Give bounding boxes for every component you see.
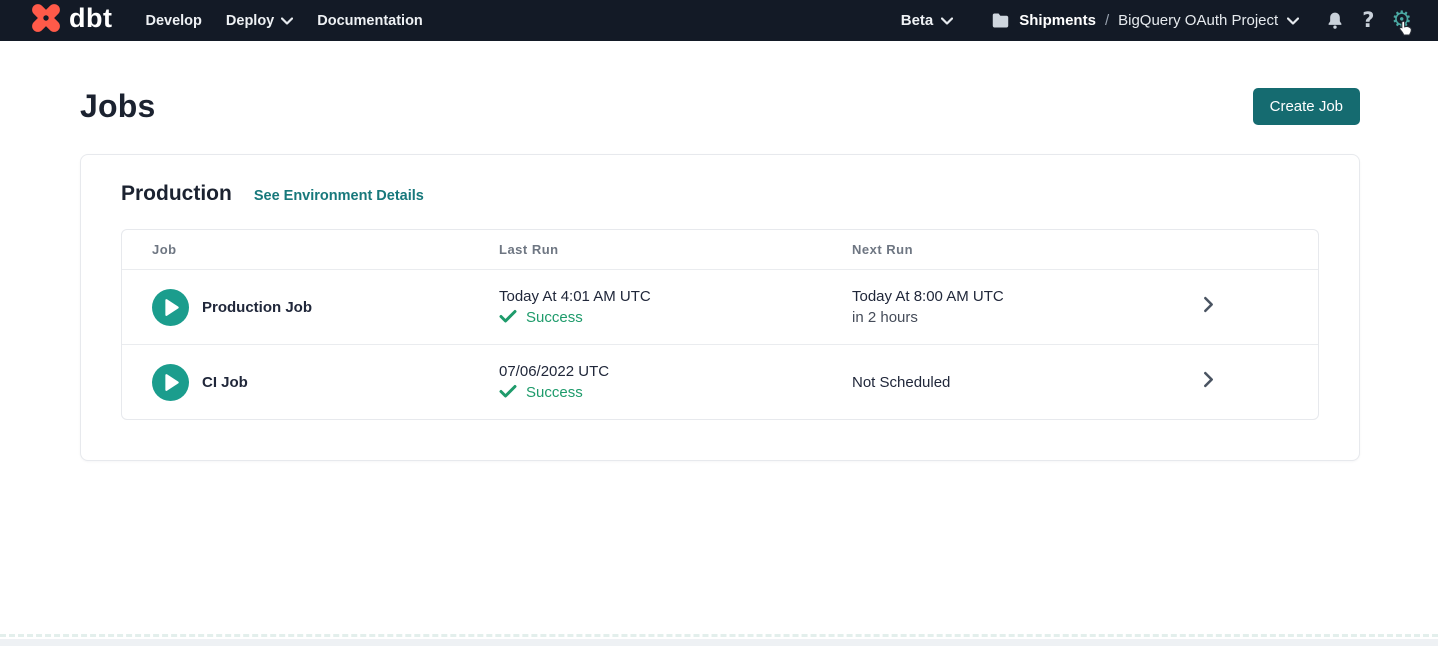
page-title: Jobs — [80, 88, 156, 125]
row-chevron[interactable] — [1188, 371, 1228, 393]
chevron-right-icon — [1203, 371, 1214, 393]
last-run-status: Success — [499, 309, 852, 327]
folder-icon — [991, 12, 1010, 29]
navbar-icon-group: ? ⚙ — [1325, 9, 1412, 32]
chevron-right-icon — [1203, 296, 1214, 318]
status-label: Success — [526, 384, 583, 401]
dbt-logo[interactable]: dbt — [28, 0, 112, 41]
job-row-ci[interactable]: CI Job 07/06/2022 UTC Success Not Schedu… — [122, 344, 1318, 419]
job-name: Production Job — [202, 299, 312, 316]
next-run-time: Not Scheduled — [852, 374, 1188, 391]
last-run-status: Success — [499, 384, 852, 402]
next-run-note: in 2 hours — [852, 309, 1188, 326]
last-run-time: 07/06/2022 UTC — [499, 363, 852, 380]
chevron-down-icon — [941, 17, 953, 25]
run-play-icon[interactable] — [152, 289, 189, 326]
run-play-icon[interactable] — [152, 364, 189, 401]
jobs-table-header: Job Last Run Next Run — [122, 230, 1318, 269]
mouse-cursor-icon — [1398, 20, 1413, 42]
top-navbar: dbt Develop Deploy Documentation Beta — [0, 0, 1438, 41]
status-label: Success — [526, 309, 583, 326]
check-icon — [499, 309, 517, 327]
beta-label: Beta — [901, 12, 934, 29]
environment-header: Production See Environment Details — [121, 182, 1319, 206]
see-environment-details-link[interactable]: See Environment Details — [254, 188, 424, 204]
create-job-button[interactable]: Create Job — [1253, 88, 1360, 125]
job-row-production[interactable]: Production Job Today At 4:01 AM UTC Succ… — [122, 269, 1318, 344]
environment-title: Production — [121, 182, 232, 206]
navbar-right: Beta Shipments / BigQuery OAuth Project — [901, 9, 1412, 32]
next-run-cell: Not Scheduled — [852, 374, 1188, 391]
chevron-down-icon — [1287, 17, 1299, 25]
breadcrumb-separator: / — [1105, 12, 1109, 29]
page-bottom-dashed-edge — [0, 634, 1438, 637]
main-nav: Develop Deploy Documentation — [145, 13, 422, 29]
dbt-logo-text: dbt — [69, 5, 112, 32]
nav-item-label: Deploy — [226, 13, 274, 29]
nav-item-label: Develop — [145, 13, 201, 29]
nav-item-label: Documentation — [317, 13, 423, 29]
jobs-table: Job Last Run Next Run Production Job Tod… — [121, 229, 1319, 420]
last-run-time: Today At 4:01 AM UTC — [499, 288, 852, 305]
nav-item-develop[interactable]: Develop — [145, 13, 201, 29]
job-cell: CI Job — [152, 364, 499, 401]
beta-dropdown[interactable]: Beta — [901, 12, 954, 29]
nav-item-deploy[interactable]: Deploy — [226, 13, 293, 29]
bell-icon[interactable] — [1325, 10, 1345, 31]
chevron-down-icon — [281, 17, 293, 25]
job-cell: Production Job — [152, 289, 499, 326]
help-icon[interactable]: ? — [1362, 10, 1374, 31]
row-chevron[interactable] — [1188, 296, 1228, 318]
nav-item-documentation[interactable]: Documentation — [317, 13, 423, 29]
next-run-time: Today At 8:00 AM UTC — [852, 288, 1188, 305]
dbt-logo-icon — [28, 0, 64, 41]
column-header-job: Job — [152, 242, 499, 257]
last-run-cell: Today At 4:01 AM UTC Success — [499, 288, 852, 327]
column-header-last-run: Last Run — [499, 242, 852, 257]
project-breadcrumb[interactable]: Shipments / BigQuery OAuth Project — [991, 12, 1299, 29]
settings-gear-icon[interactable]: ⚙ — [1391, 9, 1412, 32]
page-bottom-strip — [0, 639, 1438, 646]
last-run-cell: 07/06/2022 UTC Success — [499, 363, 852, 402]
environment-card: Production See Environment Details Job L… — [80, 154, 1360, 461]
next-run-cell: Today At 8:00 AM UTC in 2 hours — [852, 288, 1188, 326]
breadcrumb-project: BigQuery OAuth Project — [1118, 12, 1278, 29]
check-icon — [499, 384, 517, 402]
job-name: CI Job — [202, 374, 248, 391]
column-header-next-run: Next Run — [852, 242, 1188, 257]
page-header: Jobs Create Job — [80, 88, 1360, 125]
breadcrumb-account: Shipments — [1019, 12, 1096, 29]
